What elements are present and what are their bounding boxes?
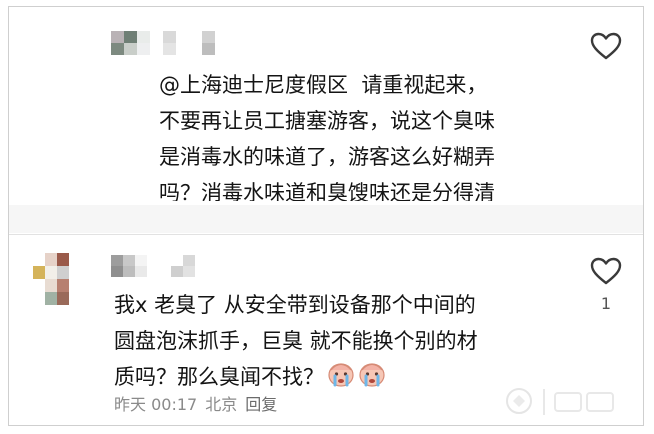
comment-location: 北京: [205, 395, 238, 414]
censored-username: [111, 31, 215, 55]
like-button[interactable]: [589, 256, 623, 286]
like-button[interactable]: [589, 31, 623, 61]
heart-outline-icon: [590, 257, 622, 285]
comment-time: 昨天 00:17: [114, 395, 198, 414]
watermark-logo: [506, 388, 614, 415]
avatar: [33, 253, 81, 305]
comment-list: @上海迪士尼度假区 请重视起来， 不要再让员工搪塞游客，说这个臭味 是消毒水的味…: [8, 6, 644, 426]
heart-outline-icon: [590, 32, 622, 60]
mention-link[interactable]: @上海迪士尼度假区: [159, 73, 348, 97]
comment-text: @上海迪士尼度假区 请重视起来， 不要再让员工搪塞游客，说这个臭味 是消毒水的味…: [159, 67, 569, 201]
crying-face-emoji: [359, 363, 385, 387]
comment-text: 我x 老臭了 从安全带到设备那个中间的 圆盘泡沫抓手，巨臭 就不能换个别的材 质…: [114, 287, 554, 395]
crying-face-emoji: [328, 363, 354, 387]
comment-body: 我x 老臭了 从安全带到设备那个中间的 圆盘泡沫抓手，巨臭 就不能换个别的材 质…: [114, 293, 478, 389]
like-count: 1: [600, 294, 612, 313]
censored-username: [111, 255, 207, 277]
comment-meta: 昨天 00:17 北京 回复: [114, 391, 285, 415]
divider: [9, 234, 643, 235]
collapsed-overlay: [9, 205, 643, 233]
reply-button[interactable]: 回复: [245, 395, 277, 414]
